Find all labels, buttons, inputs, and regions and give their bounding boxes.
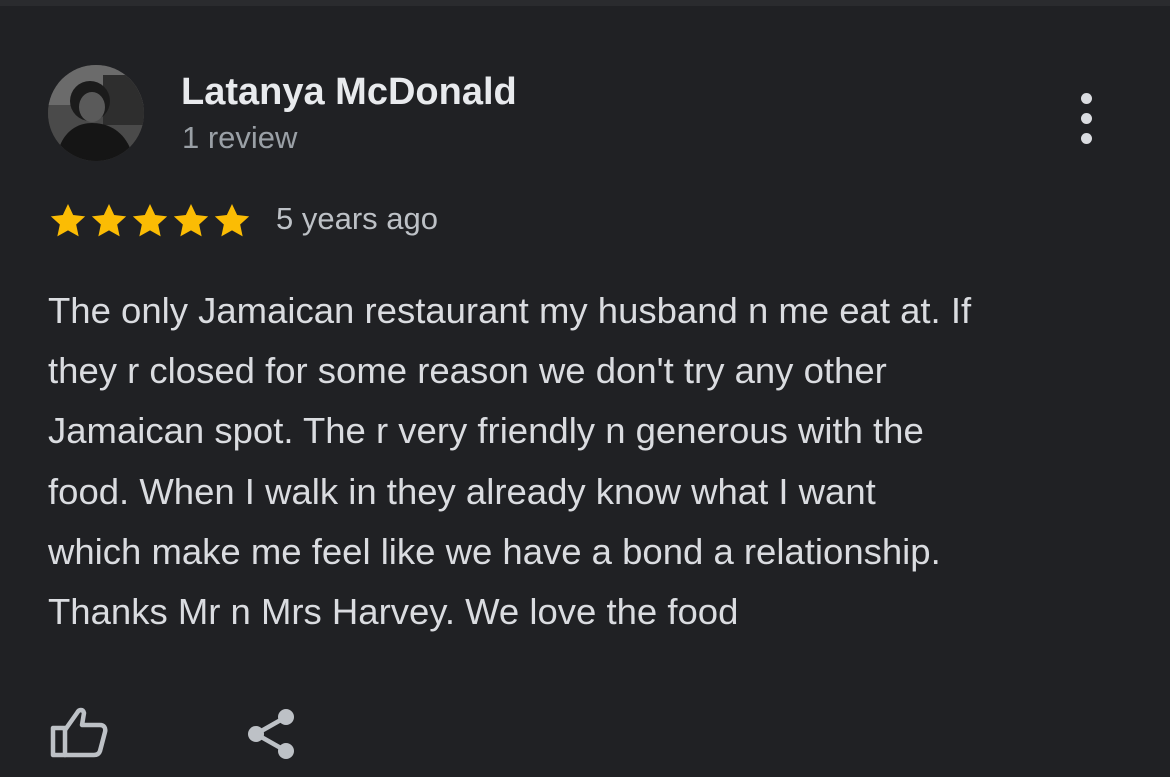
like-button[interactable] [50,704,108,760]
reviewer-review-count: 1 review [182,120,298,155]
star-icon [214,204,250,237]
star-icon [50,204,86,237]
star-icon [173,204,209,237]
review-card: Latanya McDonald 1 review 5 years ago Th… [0,6,1170,777]
share-button[interactable] [244,706,298,762]
more-vert-icon-dot [1080,92,1092,104]
more-options-button[interactable] [1066,86,1106,150]
share-icon [248,709,294,759]
reviewer-name[interactable]: Latanya McDonald [181,70,517,114]
avatar-photo [48,65,144,161]
star-rating [48,201,252,241]
avatar[interactable] [48,65,144,161]
review-date: 5 years ago [276,201,438,236]
more-vert-icon-dot [1080,112,1092,124]
more-vert-icon-dot [1080,132,1092,144]
thumbs-up-icon [50,707,108,758]
star-icon [91,204,127,237]
review-text: The only Jamaican restaurant my husband … [48,290,972,633]
star-icon [132,204,168,237]
